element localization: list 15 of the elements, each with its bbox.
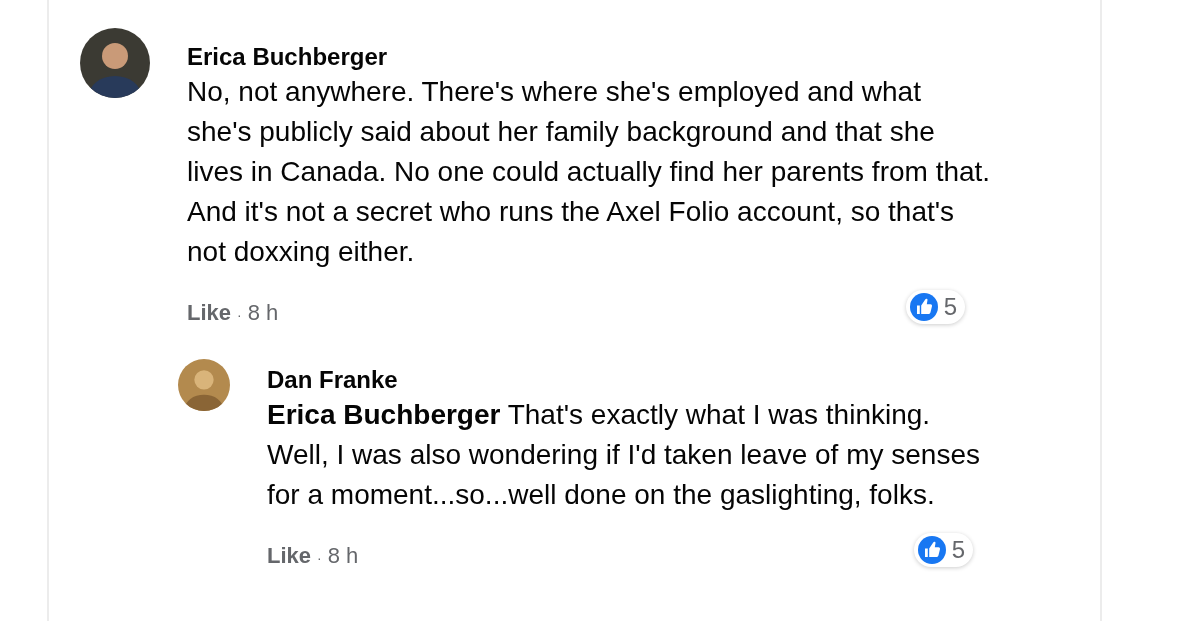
- separator-dot: ·: [317, 550, 322, 566]
- thumbs-up-icon: [917, 536, 946, 564]
- thumbs-up-icon: [909, 293, 938, 321]
- reaction-count[interactable]: 5: [913, 533, 973, 567]
- avatar[interactable]: [178, 359, 230, 411]
- author-name[interactable]: Erica Buchberger: [187, 42, 388, 72]
- comment-text: Erica Buchberger That's exactly what I was thinking. Well, I was also wondering if I'd taken leave of my senses for a moment...so...well done on the gaslighting, folks.: [267, 398, 981, 512]
- like-link[interactable]: Like: [187, 300, 232, 326]
- separator-dot: ·: [237, 307, 242, 323]
- like-link[interactable]: Like: [267, 543, 312, 569]
- reaction-count[interactable]: 5: [905, 290, 965, 324]
- author-name[interactable]: Dan Franke: [267, 365, 398, 395]
- comment-time: 8 h: [247, 300, 279, 326]
- comment-time: 8 h: [327, 543, 359, 569]
- comment-text: No, not anywhere. There's where she's employed and what she's publicly said about her family background and that she lives in Canada. No one could actually find her parents from that. And it's not a secret who runs the Axel Folio account, so that's not doxxing either.: [187, 75, 992, 269]
